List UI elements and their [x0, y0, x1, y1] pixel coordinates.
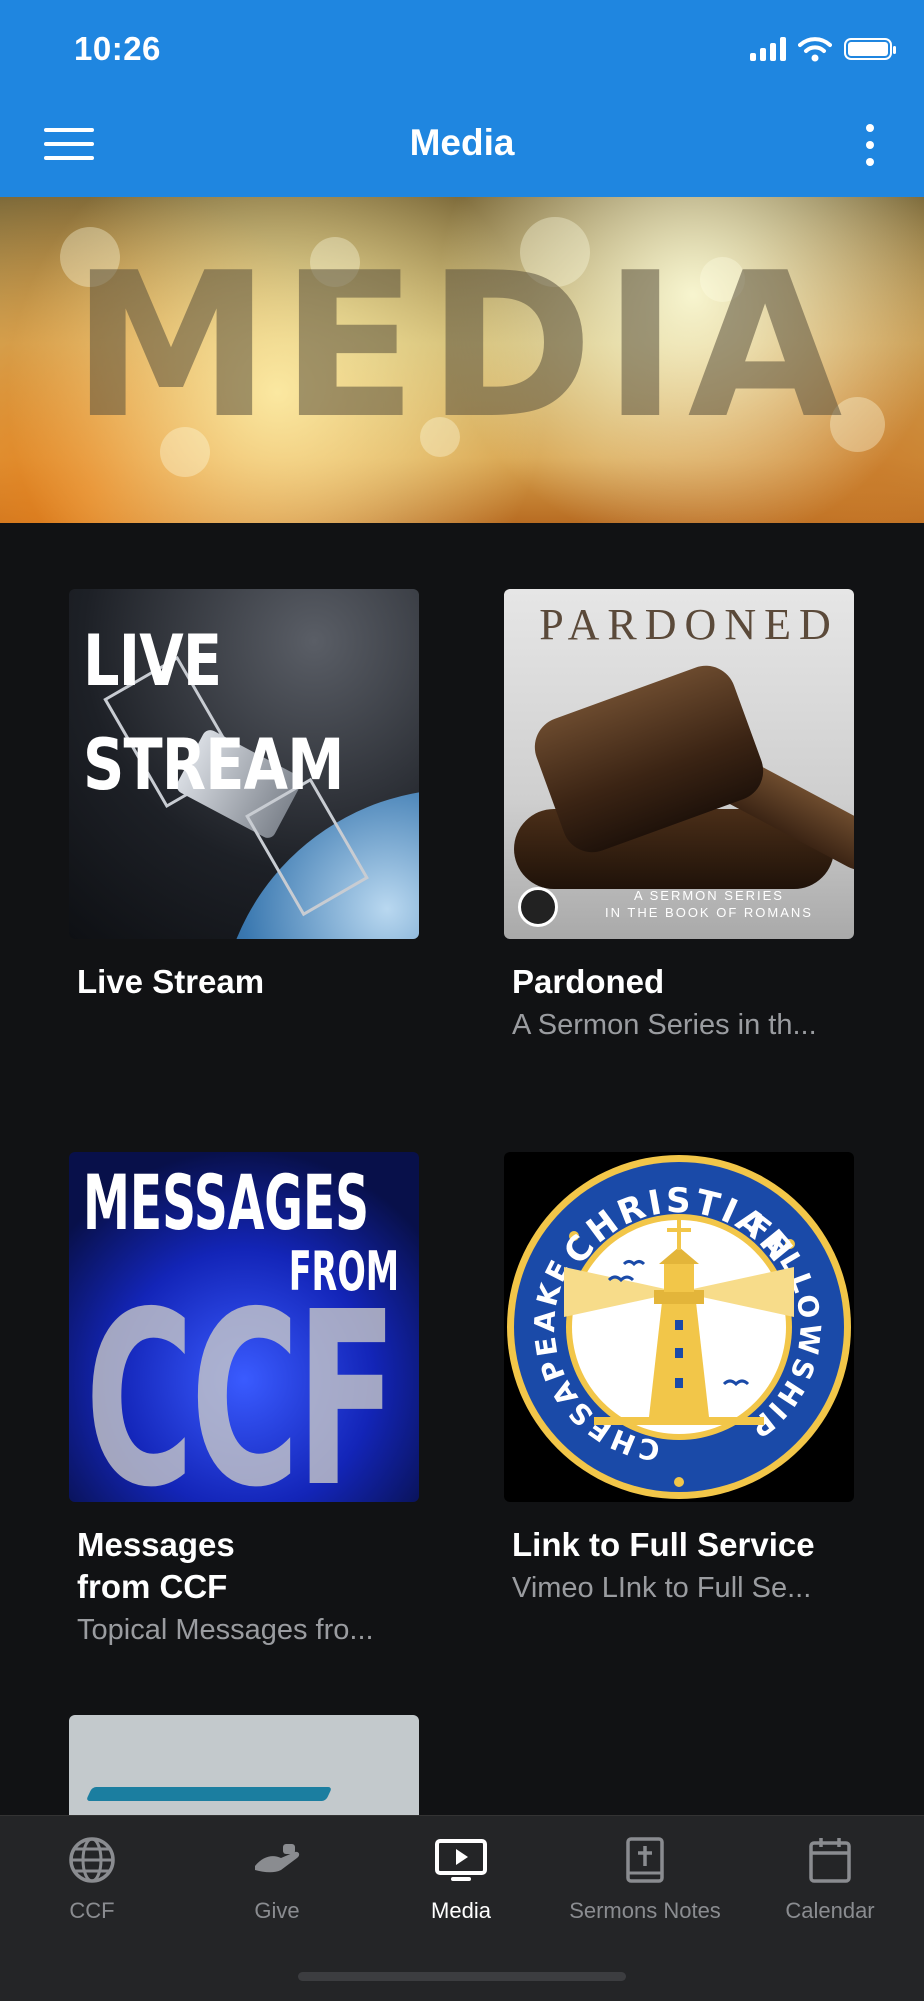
- messages-thumbnail: CCF MESSAGES FROM: [69, 1152, 419, 1502]
- media-card-messages-from-ccf[interactable]: CCF MESSAGES FROM Messages from CCF Topi…: [69, 1152, 419, 1650]
- pardoned-thumb-heading: PARDONED: [539, 600, 839, 649]
- tv-play-icon: [435, 1839, 487, 1881]
- partial-thumbnail: [69, 1715, 419, 1815]
- tab-label: Give: [254, 1898, 300, 1923]
- tab-give[interactable]: Give: [185, 1834, 369, 1924]
- app-header: 10:26 Media: [0, 0, 924, 197]
- pardoned-thumb-caption: A SERMON SERIES IN THE BOOK OF ROMANS: [605, 888, 813, 920]
- battery-icon: [844, 38, 896, 60]
- media-card-partial[interactable]: [69, 1715, 419, 1815]
- give-hand-icon: [255, 1844, 300, 1873]
- ccf-lighthouse-logo: CHRISTIAN FELLOWSHIP CHESAPEAKE: [507, 1155, 851, 1499]
- tab-label: Sermons Notes: [569, 1898, 721, 1923]
- tab-ccf[interactable]: CCF: [0, 1834, 184, 1924]
- tab-label: Media: [431, 1898, 491, 1923]
- live-stream-thumb-text: LIVE STREAM: [83, 620, 344, 806]
- status-icons: [750, 36, 896, 62]
- banner-title: MEDIA: [71, 230, 853, 463]
- card-title: Messages from CCF: [77, 1526, 235, 1605]
- tab-label: CCF: [69, 1898, 115, 1923]
- tab-label: Calendar: [785, 1898, 875, 1923]
- bible-icon: [626, 1837, 664, 1883]
- ccf-logo-thumbnail: CHRISTIAN FELLOWSHIP CHESAPEAKE: [504, 1152, 854, 1502]
- page-title: Media: [409, 122, 515, 163]
- card-title: Pardoned: [512, 963, 665, 1000]
- wifi-icon: [798, 37, 832, 62]
- pardoned-thumbnail: PARDONED A SERMON SERIES IN THE BOOK OF …: [504, 589, 854, 939]
- card-title: Link to Full Service: [512, 1526, 815, 1563]
- card-subtitle: A Sermon Series in th...: [512, 1009, 817, 1041]
- live-stream-thumbnail: LIVE STREAM: [69, 589, 419, 939]
- media-banner: MEDIA: [0, 197, 924, 523]
- calendar-icon: [809, 1838, 851, 1883]
- media-card-live-stream[interactable]: LIVE STREAM Live Stream: [69, 589, 419, 1003]
- lighthouse-seal-icon: [518, 887, 558, 927]
- globe-icon: [69, 1837, 115, 1883]
- media-card-pardoned[interactable]: PARDONED A SERMON SERIES IN THE BOOK OF …: [504, 589, 854, 1045]
- card-subtitle: Topical Messages fro...: [77, 1614, 374, 1646]
- tab-sermons-notes[interactable]: Sermons Notes: [553, 1834, 737, 1924]
- more-options-button[interactable]: [858, 124, 882, 172]
- signal-icon: [750, 37, 786, 61]
- tab-media[interactable]: Media: [369, 1834, 553, 1924]
- media-card-full-service[interactable]: CHRISTIAN FELLOWSHIP CHESAPEAKE Link to …: [504, 1152, 854, 1608]
- card-subtitle: Vimeo LInk to Full Se...: [512, 1572, 812, 1604]
- tab-calendar[interactable]: Calendar: [738, 1834, 922, 1924]
- status-time: 10:26: [74, 30, 161, 67]
- card-title: Live Stream: [77, 963, 265, 1000]
- home-indicator[interactable]: [298, 1972, 626, 1981]
